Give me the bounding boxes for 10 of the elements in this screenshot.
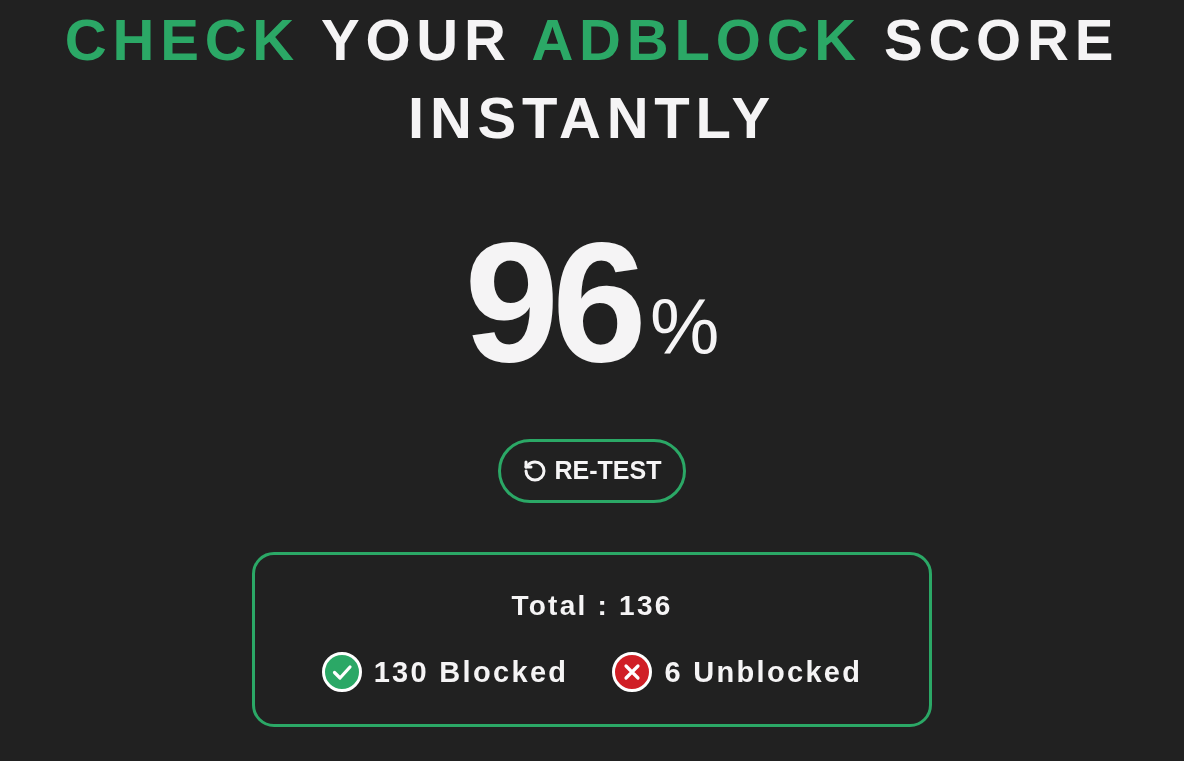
total-count: Total : 136 xyxy=(511,589,673,623)
retest-button[interactable]: RE-TEST xyxy=(497,439,687,503)
percent-sign: % xyxy=(650,287,720,367)
result-count: 130 Blocked xyxy=(373,655,569,690)
page-heading: CHECK YOUR ADBLOCK SCORE INSTANTLY xyxy=(64,6,1120,152)
result-count: 6 Unblocked xyxy=(664,655,863,690)
rotate-ccw-icon xyxy=(522,459,547,483)
score-value: 96 xyxy=(464,217,641,387)
check-circle-icon xyxy=(321,652,362,692)
x-circle-icon xyxy=(612,652,653,692)
